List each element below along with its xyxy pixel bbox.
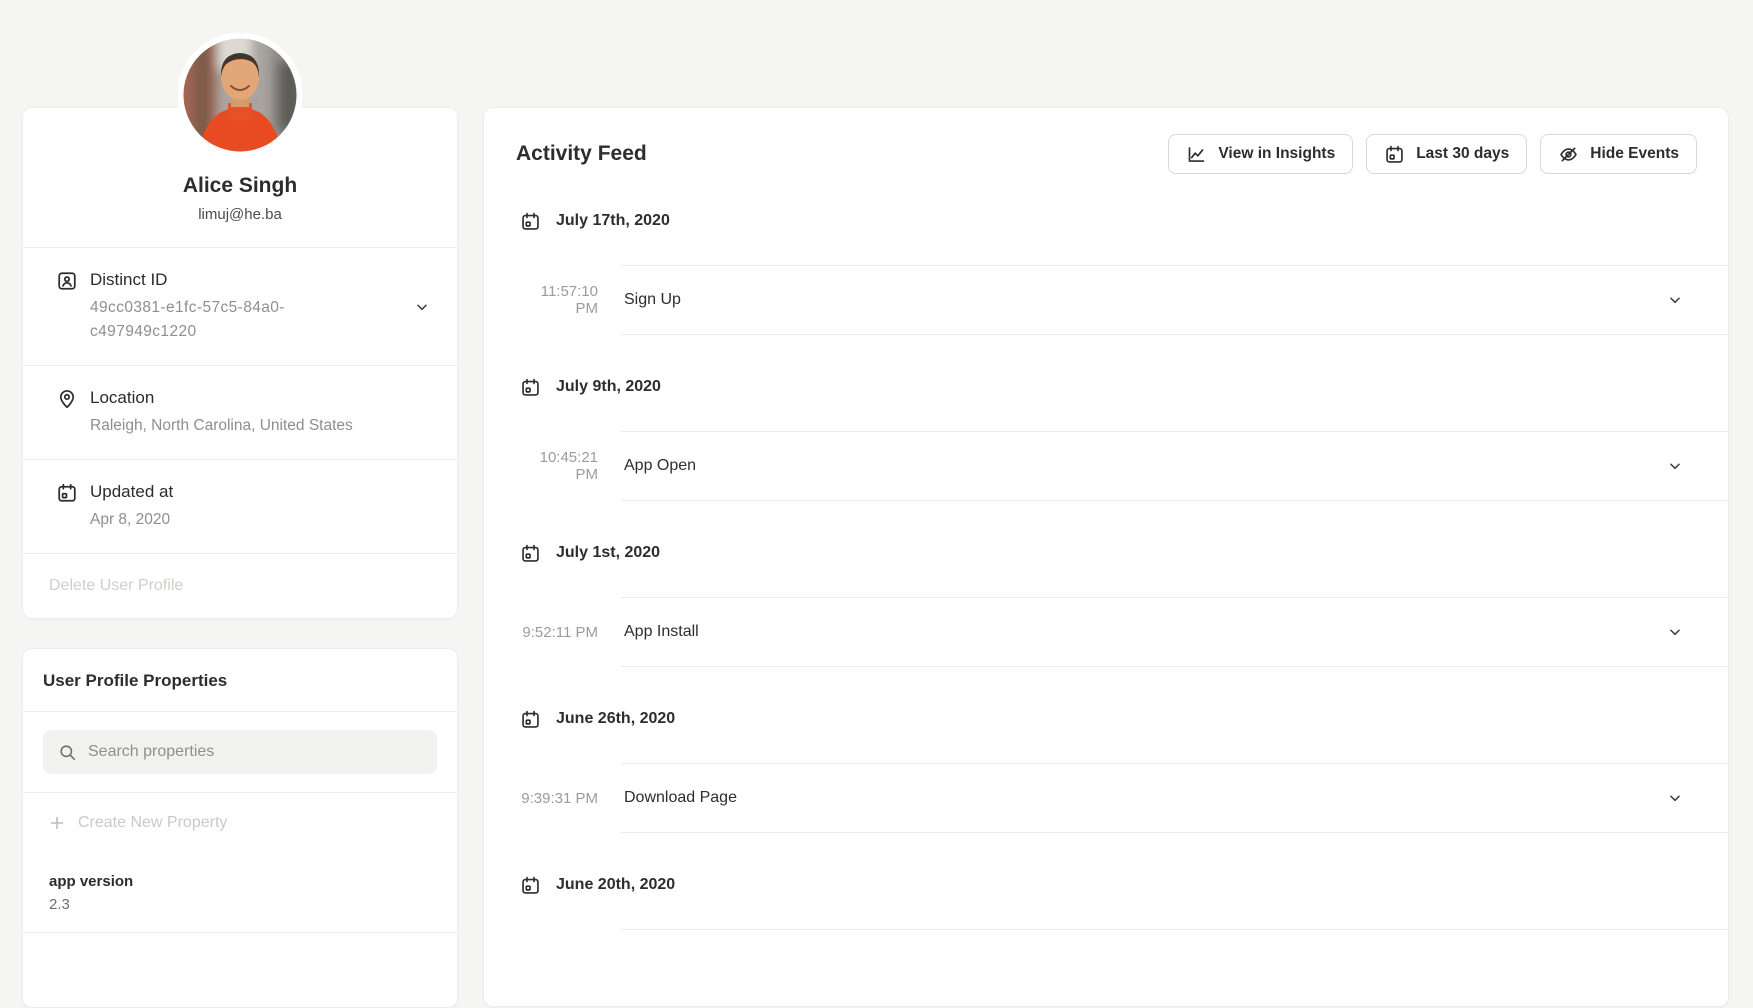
field-label: Location bbox=[90, 387, 353, 409]
field-label: Updated at bbox=[90, 481, 173, 503]
date-header: July 9th, 2020 bbox=[520, 376, 1728, 398]
event-time: 11:57:10 PM bbox=[518, 283, 598, 317]
date-label: June 26th, 2020 bbox=[556, 710, 675, 728]
event-time: 10:45:21 PM bbox=[518, 449, 598, 483]
property-value: 2.3 bbox=[49, 896, 431, 913]
user-name: Alice Singh bbox=[43, 174, 437, 198]
field-body: Location Raleigh, North Carolina, United… bbox=[90, 387, 353, 438]
delete-user-profile-button[interactable]: Delete User Profile bbox=[49, 577, 183, 594]
properties-title: User Profile Properties bbox=[23, 649, 457, 712]
feed-group: July 9th, 2020 10:45:21 PM App Open bbox=[484, 376, 1728, 501]
field-body: Distinct ID 49cc0381-e1fc-57c5-84a0-c497… bbox=[90, 269, 322, 344]
event-name: Download Page bbox=[624, 789, 737, 807]
profile-card: Alice Singh limuj@he.ba Distinct ID 49cc… bbox=[22, 107, 458, 619]
calendar-icon bbox=[520, 875, 541, 896]
event-name: App Open bbox=[624, 457, 696, 475]
event-time: 9:52:11 PM bbox=[518, 624, 598, 641]
activity-feed-title: Activity Feed bbox=[516, 142, 647, 166]
create-new-property-label: Create New Property bbox=[78, 814, 227, 832]
event-name: Sign Up bbox=[624, 291, 681, 309]
date-label: July 9th, 2020 bbox=[556, 378, 661, 396]
field-value: Apr 8, 2020 bbox=[90, 508, 173, 532]
date-header: July 1st, 2020 bbox=[520, 542, 1728, 564]
feed-actions: View in Insights Last 30 days Hide Event… bbox=[1168, 134, 1697, 174]
date-label: July 1st, 2020 bbox=[556, 544, 660, 562]
calendar-icon bbox=[520, 709, 541, 730]
location-pin-icon bbox=[56, 388, 78, 410]
search-icon bbox=[58, 743, 77, 762]
chevron-down-icon[interactable] bbox=[1668, 791, 1682, 805]
user-email: limuj@he.ba bbox=[43, 206, 437, 223]
field-label: Distinct ID bbox=[90, 269, 322, 291]
field-updated-at: Updated at Apr 8, 2020 bbox=[23, 459, 457, 553]
activity-feed-header: Activity Feed View in Insights Last 30 d… bbox=[484, 108, 1728, 174]
field-value: Raleigh, North Carolina, United States bbox=[90, 414, 353, 438]
field-value: 49cc0381-e1fc-57c5-84a0-c497949c1220 bbox=[90, 296, 322, 344]
date-label: July 17th, 2020 bbox=[556, 212, 670, 230]
chevron-down-icon[interactable] bbox=[1668, 459, 1682, 473]
event-row[interactable]: 10:45:21 PM App Open bbox=[621, 431, 1728, 501]
button-label: Last 30 days bbox=[1416, 145, 1509, 163]
search-wrap bbox=[23, 712, 457, 793]
calendar-icon bbox=[520, 377, 541, 398]
event-time: 9:39:31 PM bbox=[518, 790, 598, 807]
delete-row: Delete User Profile bbox=[23, 553, 457, 618]
event-name: App Install bbox=[624, 623, 699, 641]
calendar-icon bbox=[1384, 144, 1405, 165]
date-label: June 20th, 2020 bbox=[556, 876, 675, 894]
create-new-property-button[interactable]: Create New Property bbox=[23, 793, 457, 849]
feed-group: July 1st, 2020 9:52:11 PM App Install bbox=[484, 542, 1728, 667]
view-in-insights-button[interactable]: View in Insights bbox=[1168, 134, 1353, 174]
calendar-icon bbox=[520, 211, 541, 232]
feed-body: July 17th, 2020 11:57:10 PM Sign Up July… bbox=[484, 210, 1728, 951]
event-row[interactable]: 9:52:11 PM App Install bbox=[621, 597, 1728, 667]
chevron-down-icon[interactable] bbox=[1668, 293, 1682, 307]
property-name: app version bbox=[49, 873, 431, 890]
contact-card-icon bbox=[56, 270, 78, 292]
hide-events-button[interactable]: Hide Events bbox=[1540, 134, 1697, 174]
feed-group: July 17th, 2020 11:57:10 PM Sign Up bbox=[484, 210, 1728, 335]
search-properties-box[interactable] bbox=[43, 730, 437, 774]
button-label: Hide Events bbox=[1590, 145, 1679, 163]
eye-off-icon bbox=[1558, 144, 1579, 165]
feed-group: June 26th, 2020 9:39:31 PM Download Page bbox=[484, 708, 1728, 833]
property-item[interactable]: app version 2.3 bbox=[23, 849, 457, 933]
date-range-button[interactable]: Last 30 days bbox=[1366, 134, 1527, 174]
date-header: June 26th, 2020 bbox=[520, 708, 1728, 730]
chevron-down-icon[interactable] bbox=[1668, 625, 1682, 639]
event-row[interactable]: 11:57:10 PM Sign Up bbox=[621, 265, 1728, 335]
calendar-icon bbox=[56, 482, 78, 504]
feed-group: June 20th, 2020 bbox=[484, 874, 1728, 951]
field-distinct-id: Distinct ID 49cc0381-e1fc-57c5-84a0-c497… bbox=[23, 247, 457, 365]
avatar bbox=[178, 33, 302, 157]
user-profile-properties-card: User Profile Properties Create New Prope… bbox=[22, 648, 458, 1008]
plus-icon bbox=[49, 815, 65, 831]
date-header: July 17th, 2020 bbox=[520, 210, 1728, 232]
button-label: View in Insights bbox=[1218, 145, 1335, 163]
calendar-icon bbox=[520, 543, 541, 564]
field-location: Location Raleigh, North Carolina, United… bbox=[23, 365, 457, 459]
insights-chart-icon bbox=[1186, 144, 1207, 165]
date-header: June 20th, 2020 bbox=[520, 874, 1728, 896]
profile-sidebar: Alice Singh limuj@he.ba Distinct ID 49cc… bbox=[22, 0, 458, 1008]
field-body: Updated at Apr 8, 2020 bbox=[90, 481, 173, 532]
event-row[interactable]: 9:39:31 PM Download Page bbox=[621, 763, 1728, 833]
chevron-down-icon[interactable] bbox=[415, 300, 429, 314]
search-properties-input[interactable] bbox=[88, 743, 422, 761]
activity-feed-card: Activity Feed View in Insights Last 30 d… bbox=[483, 107, 1729, 1007]
